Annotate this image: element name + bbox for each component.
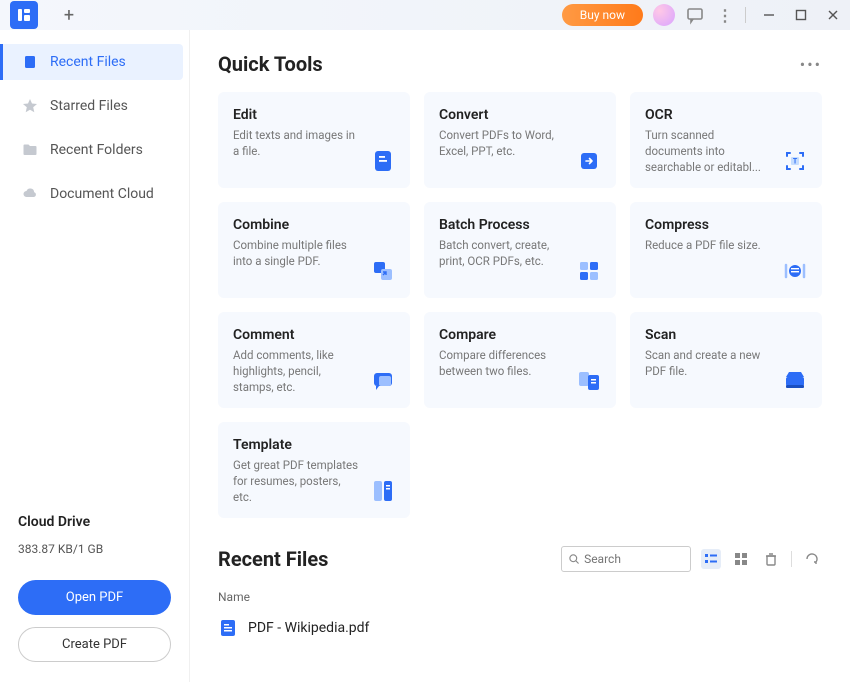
card-title: Compare (439, 327, 601, 343)
scan-icon (781, 367, 809, 395)
sidebar-item-document-cloud[interactable]: Document Cloud (6, 176, 183, 212)
controls-divider (791, 551, 792, 567)
search-icon (568, 552, 580, 566)
quick-tool-combine[interactable]: Combine Combine multiple files into a si… (218, 202, 410, 298)
feedback-icon[interactable] (685, 5, 705, 25)
sidebar-item-label: Recent Files (50, 54, 126, 70)
star-icon (22, 98, 38, 114)
main-content: Quick Tools ••• Edit Edit texts and imag… (190, 30, 850, 682)
card-title: OCR (645, 107, 807, 123)
sidebar-item-label: Starred Files (50, 98, 128, 114)
card-title: Template (233, 437, 395, 453)
compare-icon (575, 367, 603, 395)
comment-icon (369, 367, 397, 395)
app-logo-icon (10, 1, 38, 29)
buy-now-button[interactable]: Buy now (562, 4, 643, 26)
file-icon (22, 54, 38, 70)
cloud-icon (22, 186, 38, 202)
quick-tool-compress[interactable]: Compress Reduce a PDF file size. (630, 202, 822, 298)
batch-icon (575, 257, 603, 285)
kebab-menu-icon[interactable]: ⋮ (715, 5, 735, 25)
minimize-button[interactable] (762, 8, 776, 22)
delete-button[interactable] (761, 549, 781, 569)
template-icon (369, 477, 397, 505)
close-button[interactable] (826, 8, 840, 22)
quick-tool-comment[interactable]: Comment Add comments, like highlights, p… (218, 312, 410, 408)
quick-tool-ocr[interactable]: OCR Turn scanned documents into searchab… (630, 92, 822, 188)
card-title: Comment (233, 327, 395, 343)
convert-icon (575, 147, 603, 175)
sidebar: Recent Files Starred Files Recent Folder… (0, 30, 190, 682)
card-description: Reduce a PDF file size. (645, 237, 807, 253)
sidebar-item-recent-folders[interactable]: Recent Folders (6, 132, 183, 168)
folder-icon (22, 142, 38, 158)
card-title: Scan (645, 327, 807, 343)
quick-tool-convert[interactable]: Convert Convert PDFs to Word, Excel, PPT… (424, 92, 616, 188)
card-title: Combine (233, 217, 395, 233)
cloud-drive-title: Cloud Drive (18, 514, 171, 530)
titlebar-divider (745, 7, 746, 23)
recent-file-name: PDF - Wikipedia.pdf (248, 620, 369, 636)
combine-icon (369, 257, 397, 285)
more-options-icon[interactable]: ••• (800, 55, 822, 74)
cloud-drive-usage: 383.87 KB/1 GB (18, 542, 171, 556)
search-input[interactable] (584, 552, 684, 566)
card-title: Batch Process (439, 217, 601, 233)
create-pdf-button[interactable]: Create PDF (18, 627, 171, 662)
quick-tool-edit[interactable]: Edit Edit texts and images in a file. (218, 92, 410, 188)
sidebar-item-starred-files[interactable]: Starred Files (6, 88, 183, 124)
cloud-drive-panel: Cloud Drive 383.87 KB/1 GB Open PDF Crea… (0, 514, 189, 682)
sidebar-item-label: Document Cloud (50, 186, 154, 202)
quick-tool-batch-process[interactable]: Batch Process Batch convert, create, pri… (424, 202, 616, 298)
compress-icon (781, 257, 809, 285)
svg-text:T: T (793, 158, 798, 166)
card-title: Compress (645, 217, 807, 233)
sidebar-item-label: Recent Folders (50, 142, 143, 158)
recent-files-title: Recent Files (218, 547, 328, 571)
titlebar: + Buy now ⋮ (0, 0, 850, 30)
profile-orb-icon[interactable] (653, 4, 675, 26)
ocr-icon: T (781, 147, 809, 175)
refresh-button[interactable] (802, 549, 822, 569)
quick-tool-scan[interactable]: Scan Scan and create a new PDF file. (630, 312, 822, 408)
quick-tools-title: Quick Tools (218, 52, 323, 76)
quick-tool-template[interactable]: Template Get great PDF templates for res… (218, 422, 410, 518)
edit-icon (369, 147, 397, 175)
quick-tool-compare[interactable]: Compare Compare differences between two … (424, 312, 616, 408)
open-pdf-button[interactable]: Open PDF (18, 580, 171, 615)
new-tab-button[interactable]: + (56, 2, 82, 28)
pdf-file-icon (218, 618, 238, 638)
card-title: Edit (233, 107, 395, 123)
maximize-button[interactable] (794, 8, 808, 22)
recent-file-item[interactable]: PDF - Wikipedia.pdf (218, 610, 822, 646)
card-title: Convert (439, 107, 601, 123)
name-column-header: Name (218, 584, 822, 610)
sidebar-item-recent-files[interactable]: Recent Files (0, 44, 183, 80)
search-box[interactable] (561, 546, 691, 572)
list-view-button[interactable] (701, 549, 721, 569)
grid-view-button[interactable] (731, 549, 751, 569)
